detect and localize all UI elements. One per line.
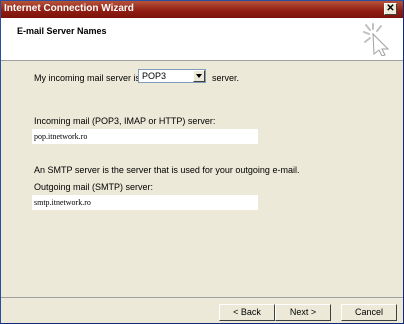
page-title: E-mail Server Names — [17, 26, 107, 36]
close-button[interactable]: ✕ — [384, 3, 397, 15]
window-title: Internet Connection Wizard — [4, 3, 134, 14]
wizard-header: E-mail Server Names — [1, 18, 403, 61]
next-button[interactable]: Next > — [275, 304, 331, 321]
wizard-window: Internet Connection Wizard ✕ E-mail Serv… — [0, 0, 404, 324]
wizard-content: My incoming mail server is a POP3 server… — [1, 61, 403, 291]
incoming-type-prefix: My incoming mail server is a — [34, 73, 148, 83]
cancel-button[interactable]: Cancel — [341, 304, 397, 321]
smtp-description: An SMTP server is the server that is use… — [34, 165, 300, 175]
incoming-type-suffix: server. — [212, 73, 240, 83]
incoming-server-label: Incoming mail (POP3, IMAP or HTTP) serve… — [34, 116, 216, 126]
wizard-icon — [361, 22, 391, 58]
outgoing-server-input[interactable]: smtp.itnetwork.ro — [32, 195, 258, 210]
back-button[interactable]: < Back — [219, 304, 275, 321]
chevron-down-icon[interactable] — [193, 70, 205, 82]
outgoing-server-label: Outgoing mail (SMTP) server: — [34, 182, 154, 192]
incoming-server-input[interactable]: pop.itnetwork.ro — [32, 129, 258, 144]
server-type-select[interactable]: POP3 — [138, 69, 206, 83]
server-type-value: POP3 — [142, 71, 167, 81]
title-bar[interactable]: Internet Connection Wizard ✕ — [1, 1, 403, 18]
